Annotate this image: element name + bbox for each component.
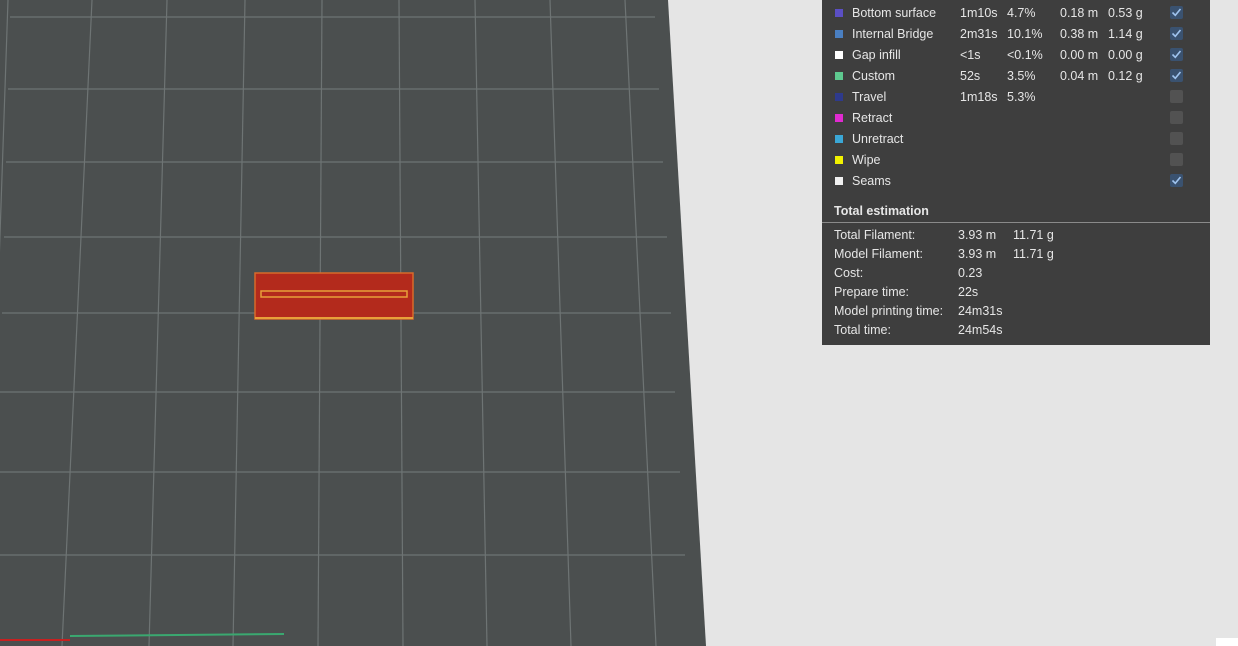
feature-weight: 1.14 g — [1108, 27, 1143, 41]
color-swatch — [835, 156, 843, 164]
summary-row: Model printing time: 24m31s — [822, 302, 1210, 321]
color-swatch — [835, 72, 843, 80]
feature-time: <1s — [960, 48, 981, 62]
feature-time: 1m10s — [960, 6, 998, 20]
summary-label: Total time: — [834, 323, 891, 337]
feature-row[interactable]: Internal Bridge 2m31s 10.1% 0.38 m 1.14 g — [822, 25, 1210, 46]
feature-name: Bottom surface — [852, 6, 937, 20]
feature-row[interactable]: Custom 52s 3.5% 0.04 m 0.12 g — [822, 67, 1210, 88]
sliced-model[interactable] — [254, 272, 414, 320]
feature-name: Travel — [852, 90, 887, 104]
feature-percent: 5.3% — [1007, 90, 1036, 104]
summary-value: 24m54s — [958, 323, 1003, 337]
visibility-checkbox[interactable] — [1170, 174, 1183, 187]
feature-weight: 0.12 g — [1108, 69, 1143, 83]
color-swatch — [835, 114, 843, 122]
summary-row: Model Filament: 3.93 m 11.71 g — [822, 245, 1210, 264]
visibility-checkbox[interactable] — [1170, 153, 1183, 166]
feature-name: Unretract — [852, 132, 904, 146]
corner-indicator — [1216, 638, 1238, 646]
feature-length: 0.38 m — [1060, 27, 1099, 41]
feature-row[interactable]: Travel 1m18s 5.3% — [822, 88, 1210, 109]
feature-name: Seams — [852, 174, 891, 188]
summary-row: Prepare time: 22s — [822, 283, 1210, 302]
feature-time: 52s — [960, 69, 981, 83]
summary-value: 22s — [958, 285, 979, 299]
feature-row[interactable]: Unretract — [822, 130, 1210, 151]
color-swatch — [835, 135, 843, 143]
summary-value-secondary: 11.71 g — [1013, 247, 1054, 261]
visibility-checkbox[interactable] — [1170, 111, 1183, 124]
feature-name: Gap infill — [852, 48, 901, 62]
feature-length: 0.18 m — [1060, 6, 1099, 20]
summary-row: Total time: 24m54s — [822, 321, 1210, 340]
summary-label: Model Filament: — [834, 247, 923, 261]
feature-name: Custom — [852, 69, 896, 83]
checkmark-icon — [1171, 176, 1182, 185]
visibility-checkbox[interactable] — [1170, 48, 1183, 61]
feature-row[interactable]: Bottom surface 1m10s 4.7% 0.18 m 0.53 g — [822, 4, 1210, 25]
summary-value: 3.93 m — [958, 228, 997, 242]
visibility-checkbox[interactable] — [1170, 90, 1183, 103]
color-swatch — [835, 51, 843, 59]
summary-value: 0.23 — [958, 266, 983, 280]
color-swatch — [835, 30, 843, 38]
visibility-checkbox[interactable] — [1170, 132, 1183, 145]
feature-name: Retract — [852, 111, 893, 125]
summary-value: 24m31s — [958, 304, 1003, 318]
feature-time: 2m31s — [960, 27, 998, 41]
summary-value-secondary: 11.71 g — [1013, 228, 1054, 242]
summary-label: Model printing time: — [834, 304, 944, 318]
checkmark-icon — [1171, 71, 1182, 80]
visibility-checkbox[interactable] — [1170, 69, 1183, 82]
gcode-legend-panel: Bottom surface 1m10s 4.7% 0.18 m 0.53 g Inter… — [822, 0, 1210, 345]
feature-weight: 0.53 g — [1108, 6, 1143, 20]
summary-label: Total Filament: — [834, 228, 916, 242]
feature-percent: 10.1% — [1007, 27, 1043, 41]
total-estimation-title: Total estimation — [834, 204, 929, 218]
checkmark-icon — [1171, 29, 1182, 38]
feature-weight: 0.00 g — [1108, 48, 1143, 62]
color-swatch — [835, 93, 843, 101]
build-plate — [0, 0, 706, 646]
summary-value: 3.93 m — [958, 247, 997, 261]
feature-percent: 3.5% — [1007, 69, 1036, 83]
feature-name: Internal Bridge — [852, 27, 934, 41]
checkmark-icon — [1171, 50, 1182, 59]
divider — [822, 222, 1210, 223]
summary-row: Cost: 0.23 — [822, 264, 1210, 283]
feature-row[interactable]: Retract — [822, 109, 1210, 130]
feature-row[interactable]: Seams — [822, 172, 1210, 193]
color-swatch — [835, 177, 843, 185]
visibility-checkbox[interactable] — [1170, 27, 1183, 40]
feature-name: Wipe — [852, 153, 881, 167]
feature-length: 0.00 m — [1060, 48, 1099, 62]
checkmark-icon — [1171, 8, 1182, 17]
visibility-checkbox[interactable] — [1170, 6, 1183, 19]
feature-percent: 4.7% — [1007, 6, 1036, 20]
feature-row[interactable]: Gap infill <1s <0.1% 0.00 m 0.00 g — [822, 46, 1210, 67]
feature-length: 0.04 m — [1060, 69, 1099, 83]
summary-row: Total Filament: 3.93 m 11.71 g — [822, 226, 1210, 245]
feature-percent: <0.1% — [1007, 48, 1043, 62]
summary-label: Prepare time: — [834, 285, 910, 299]
color-swatch — [835, 9, 843, 17]
feature-time: 1m18s — [960, 90, 998, 104]
summary-label: Cost: — [834, 266, 864, 280]
feature-row[interactable]: Wipe — [822, 151, 1210, 172]
